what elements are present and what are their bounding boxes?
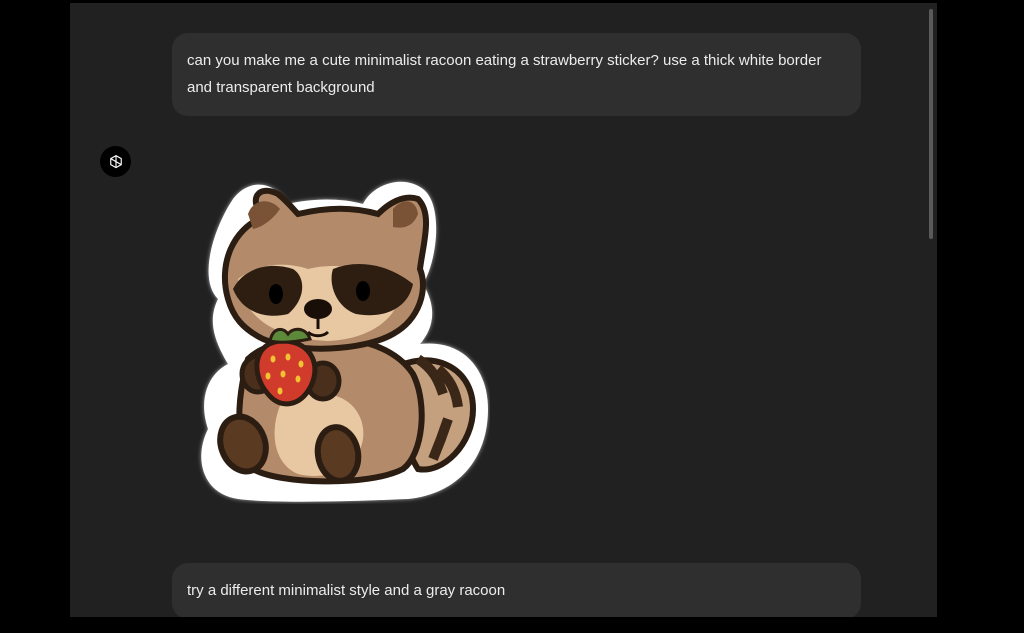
chat-window: can you make me a cute minimalist racoon…: [70, 3, 937, 617]
scrollbar[interactable]: [929, 9, 933, 239]
openai-logo-icon: [109, 154, 122, 168]
user-message: can you make me a cute minimalist racoon…: [172, 33, 861, 116]
user-message: try a different minimalist style and a g…: [172, 563, 861, 617]
assistant-sticker-image[interactable]: [188, 169, 490, 504]
assistant-avatar: [100, 146, 131, 177]
